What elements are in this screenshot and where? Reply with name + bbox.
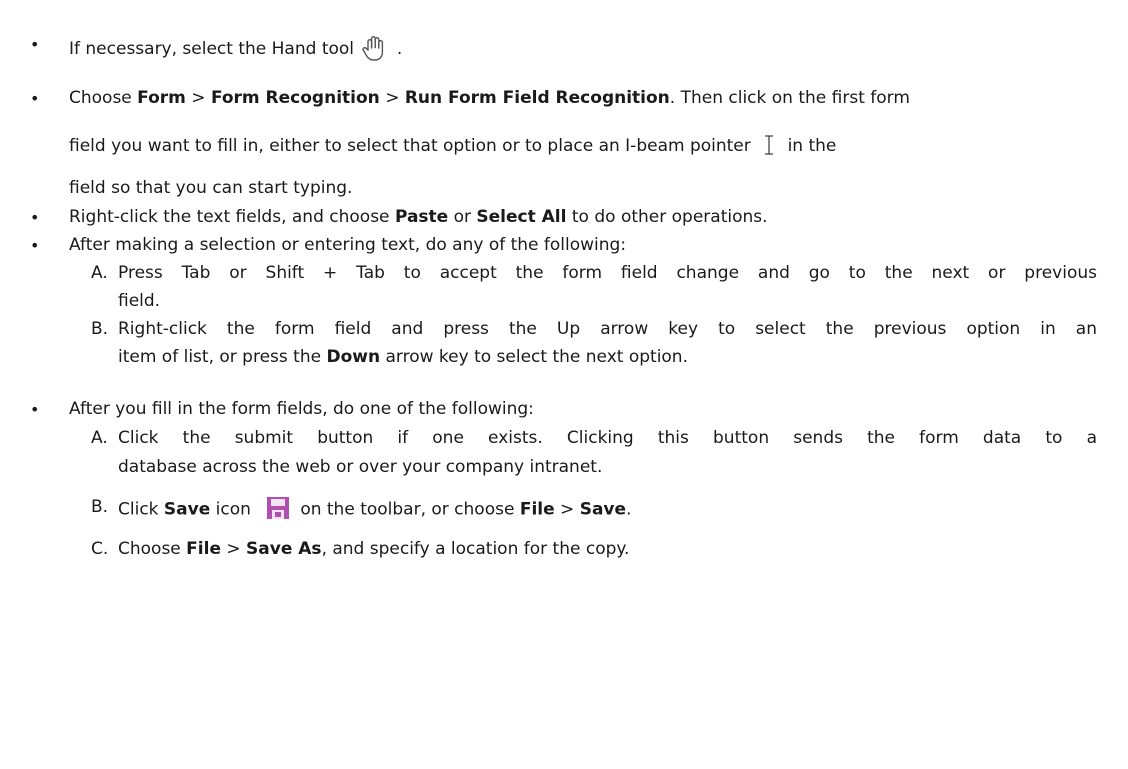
bullet: • xyxy=(30,400,40,419)
menu-form: Form xyxy=(137,88,186,108)
after-selection-a-line2: field. xyxy=(118,291,161,311)
menu-form-recognition: Form Recognition xyxy=(210,88,380,108)
after-fill-a-line2: database across the web or over your com… xyxy=(118,457,603,477)
select-all-command: Select All xyxy=(476,207,567,227)
bullet: • xyxy=(30,208,40,227)
form-recognition-line1: Choose Form > Form Recognition > Run For… xyxy=(69,88,910,108)
save-as-menu: Save As xyxy=(246,539,322,559)
sub-item-label: B. xyxy=(91,319,109,339)
file-menu: File xyxy=(186,539,221,559)
form-recognition-line2: field you want to fill in, either to sel… xyxy=(69,133,836,159)
after-fill-c-line: Choose File > Save As, and specify a loc… xyxy=(118,539,630,559)
file-menu: File xyxy=(519,499,555,520)
bullet: • xyxy=(30,35,40,54)
bullet: • xyxy=(30,89,40,108)
sub-item-label: C. xyxy=(91,539,109,559)
paste-command: Paste xyxy=(394,207,449,227)
after-selection-b-line2: item of list, or press the Down arrow ke… xyxy=(118,347,688,367)
i-beam-pointer-icon xyxy=(756,133,782,159)
after-selection-b-line1: Right-click the form field and press the… xyxy=(118,319,1097,339)
hand-tool-period: . xyxy=(396,39,403,59)
after-fill-intro: After you fill in the form fields, do on… xyxy=(69,399,534,419)
down-key: Down xyxy=(326,347,381,367)
hand-tool-instruction: If necessary, select the Hand tool . xyxy=(69,33,402,65)
after-fill-a-line1: Click the submit button if one exists. C… xyxy=(118,428,1097,448)
menu-run-form-field-recognition: Run Form Field Recognition xyxy=(404,88,670,108)
save-menu: Save xyxy=(579,499,627,520)
right-click-instruction: Right-click the text fields, and choose … xyxy=(69,207,768,227)
bullet: • xyxy=(30,236,40,255)
sub-item-label: A. xyxy=(91,263,108,283)
sub-item-label: B. xyxy=(91,497,109,517)
hand-tool-text: If necessary, select the Hand tool xyxy=(69,39,355,59)
after-selection-a-line1: Press Tab or Shift + Tab to accept the f… xyxy=(118,263,1097,283)
form-recognition-line3: field so that you can start typing. xyxy=(69,178,353,198)
after-fill-b-line: Click Save icon on the toolbar, or choos… xyxy=(118,496,631,523)
save-command: Save xyxy=(163,499,211,520)
after-selection-intro: After making a selection or entering tex… xyxy=(69,235,627,255)
sub-item-label: A. xyxy=(91,428,108,448)
hand-tool-icon xyxy=(359,33,391,65)
save-disk-icon xyxy=(266,496,290,523)
